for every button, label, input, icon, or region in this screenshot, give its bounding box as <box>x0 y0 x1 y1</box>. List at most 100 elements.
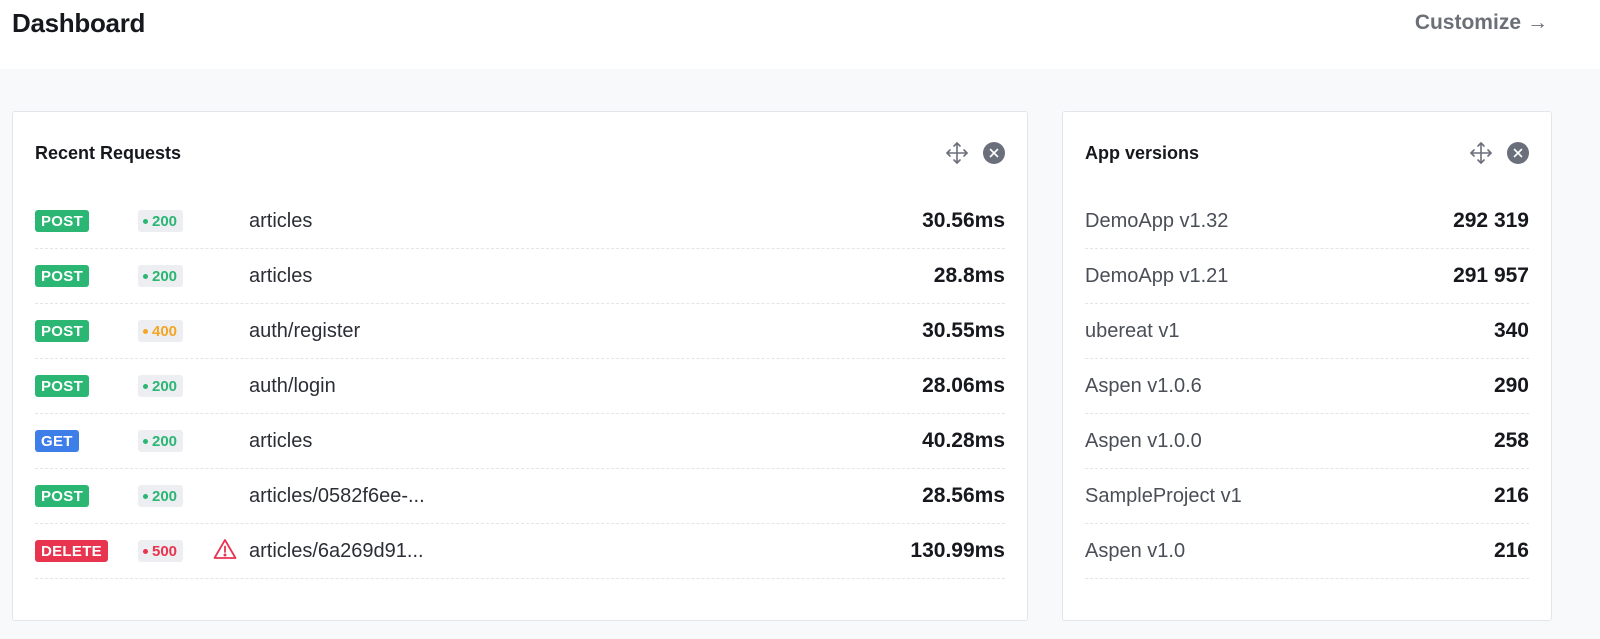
request-duration: 28.06ms <box>922 374 1005 397</box>
move-icon[interactable] <box>1469 141 1493 165</box>
request-path: auth/register <box>249 319 361 342</box>
status-dot-icon <box>143 384 148 389</box>
status-badge: 200 <box>138 265 184 287</box>
table-row[interactable]: POST 200 articles/0582f6ee-... 28.56ms <box>35 469 1005 524</box>
method-badge: GET <box>35 430 79 452</box>
list-item[interactable]: ubereat v1 340 <box>1085 304 1529 359</box>
status-code: 400 <box>152 323 178 340</box>
request-path: articles <box>249 264 313 287</box>
version-name: DemoApp v1.32 <box>1085 209 1229 232</box>
page-title: Dashboard <box>12 8 146 38</box>
status-cell: 200 <box>138 485 213 507</box>
list-item[interactable]: SampleProject v1 216 <box>1085 469 1529 524</box>
status-cell: 200 <box>138 375 213 397</box>
method-cell: GET <box>35 430 138 452</box>
arrow-right-icon: → <box>1527 11 1548 34</box>
status-code: 200 <box>152 213 178 230</box>
request-path: articles <box>249 429 313 452</box>
version-name: SampleProject v1 <box>1085 484 1242 507</box>
version-name: Aspen v1.0.6 <box>1085 374 1202 397</box>
card-title: Recent Requests <box>35 142 182 163</box>
version-name: Aspen v1.0 <box>1085 539 1186 562</box>
status-badge: 400 <box>138 320 184 342</box>
status-cell: 200 <box>138 210 213 232</box>
warning-cell <box>213 538 249 565</box>
table-row[interactable]: POST 200 articles 28.8ms <box>35 249 1005 304</box>
list-item[interactable]: DemoApp v1.21 291 957 <box>1085 249 1529 304</box>
status-badge: 500 <box>138 540 184 562</box>
close-icon[interactable] <box>1507 142 1529 164</box>
card-actions <box>945 141 1005 165</box>
request-duration: 40.28ms <box>922 429 1005 452</box>
app-versions-card: App versions DemoApp v1.32 292 319 DemoApp… <box>1062 111 1552 621</box>
request-duration: 28.8ms <box>933 264 1005 287</box>
request-duration: 30.56ms <box>922 209 1005 232</box>
card-title: App versions <box>1085 142 1200 163</box>
list-item[interactable]: Aspen v1.0.6 290 <box>1085 359 1529 414</box>
card-actions <box>1469 141 1529 165</box>
request-path: auth/login <box>249 374 336 397</box>
status-dot-icon <box>143 219 148 224</box>
list-item[interactable]: Aspen v1.0.0 258 <box>1085 414 1529 469</box>
status-cell: 200 <box>138 430 213 452</box>
method-badge: POST <box>35 265 90 287</box>
table-row[interactable]: POST 400 auth/register 30.55ms <box>35 304 1005 359</box>
version-count: 292 319 <box>1453 209 1529 232</box>
status-code: 500 <box>152 543 178 560</box>
version-list: DemoApp v1.32 292 319 DemoApp v1.21 291 957… <box>1085 194 1529 579</box>
status-code: 200 <box>152 433 178 450</box>
customize-link[interactable]: Customize → <box>1415 11 1548 35</box>
list-item[interactable]: Aspen v1.0 216 <box>1085 524 1529 579</box>
list-item[interactable]: DemoApp v1.32 292 319 <box>1085 194 1529 249</box>
status-badge: 200 <box>138 375 184 397</box>
table-row[interactable]: DELETE 500 articles/6a269d91... 130.99ms <box>35 524 1005 579</box>
request-path: articles <box>249 209 313 232</box>
status-dot-icon <box>143 274 148 279</box>
method-cell: POST <box>35 265 138 287</box>
customize-label: Customize <box>1414 11 1521 34</box>
card-header: App versions <box>1085 138 1529 168</box>
status-code: 200 <box>152 378 178 395</box>
version-count: 258 <box>1493 429 1529 452</box>
method-cell: POST <box>35 320 138 342</box>
request-path: articles/6a269d91... <box>249 539 424 562</box>
close-icon[interactable] <box>983 142 1005 164</box>
version-count: 291 957 <box>1453 264 1529 287</box>
table-row[interactable]: POST 200 articles 30.56ms <box>35 194 1005 249</box>
request-duration: 28.56ms <box>922 484 1005 507</box>
table-row[interactable]: POST 200 auth/login 28.06ms <box>35 359 1005 414</box>
status-cell: 400 <box>138 320 213 342</box>
recent-requests-card: Recent Requests POST 200 articles 30.56ms PO… <box>12 111 1028 621</box>
status-code: 200 <box>152 488 178 505</box>
status-badge: 200 <box>138 485 184 507</box>
method-badge: DELETE <box>35 540 108 562</box>
status-dot-icon <box>143 439 148 444</box>
version-count: 340 <box>1493 319 1529 342</box>
method-badge: POST <box>35 485 90 507</box>
method-cell: POST <box>35 485 138 507</box>
move-icon[interactable] <box>945 141 969 165</box>
method-cell: DELETE <box>35 540 138 562</box>
method-cell: POST <box>35 210 138 232</box>
version-name: Aspen v1.0.0 <box>1085 429 1202 452</box>
request-duration: 30.55ms <box>922 319 1005 342</box>
method-badge: POST <box>35 375 90 397</box>
version-name: ubereat v1 <box>1085 319 1180 342</box>
method-badge: POST <box>35 210 90 232</box>
status-badge: 200 <box>138 210 184 232</box>
method-cell: POST <box>35 375 138 397</box>
version-count: 216 <box>1493 484 1529 507</box>
request-list: POST 200 articles 30.56ms POST 200 articles 28.… <box>35 194 1005 579</box>
request-duration: 130.99ms <box>910 539 1005 562</box>
version-count: 290 <box>1493 374 1529 397</box>
table-row[interactable]: GET 200 articles 40.28ms <box>35 414 1005 469</box>
request-path: articles/0582f6ee-... <box>249 484 425 507</box>
status-dot-icon <box>143 549 148 554</box>
version-count: 216 <box>1493 539 1529 562</box>
status-cell: 200 <box>138 265 213 287</box>
status-code: 200 <box>152 268 178 285</box>
warning-icon <box>213 538 237 565</box>
top-bar: Dashboard Customize → <box>0 0 1600 69</box>
status-dot-icon <box>143 494 148 499</box>
method-badge: POST <box>35 320 90 342</box>
